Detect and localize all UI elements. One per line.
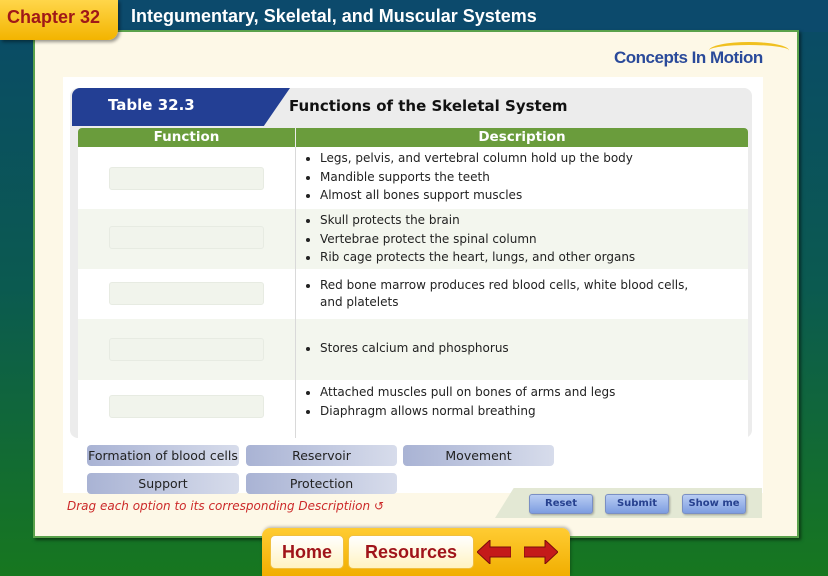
description-item: Stores calcium and phosphorus bbox=[320, 339, 748, 358]
description-item: Rib cage protects the heart, lungs, and … bbox=[320, 248, 748, 267]
show-me-button[interactable]: Show me bbox=[682, 494, 746, 514]
option-movement[interactable]: Movement bbox=[403, 445, 554, 466]
table-number: Table 32.3 bbox=[108, 96, 195, 114]
description-item: Attached muscles pull on bones of arms a… bbox=[320, 383, 748, 402]
function-drop-zone-1[interactable] bbox=[109, 167, 264, 190]
table-row: Attached muscles pull on bones of arms a… bbox=[78, 380, 748, 438]
column-header-function: Function bbox=[78, 128, 295, 147]
chapter-tab: Chapter 32 bbox=[0, 0, 118, 40]
chapter-label: Chapter 32 bbox=[7, 7, 101, 27]
description-item: Mandible supports the teeth bbox=[320, 168, 748, 187]
refresh-arrow-icon: ↺ bbox=[373, 499, 385, 513]
reset-button[interactable]: Reset bbox=[529, 494, 593, 514]
table-row: Legs, pelvis, and vertebral column hold … bbox=[78, 147, 748, 209]
instruction-text: Drag each option to its corresponding De… bbox=[67, 499, 385, 513]
description-item: Vertebrae protect the spinal column bbox=[320, 230, 748, 249]
column-header-description: Description bbox=[296, 128, 748, 147]
table-body: Legs, pelvis, and vertebral column hold … bbox=[78, 147, 748, 438]
table-title: Functions of the Skeletal System bbox=[289, 97, 568, 115]
description-item: Diaphragm allows normal breathing bbox=[320, 402, 748, 421]
submit-button[interactable]: Submit bbox=[605, 494, 669, 514]
concepts-in-motion-logo: Concepts In Motion bbox=[614, 42, 789, 74]
forward-arrow-icon[interactable] bbox=[524, 540, 558, 564]
description-item: Legs, pelvis, and vertebral column hold … bbox=[320, 149, 748, 168]
function-drop-zone-5[interactable] bbox=[109, 395, 264, 418]
table-row: Stores calcium and phosphorus bbox=[78, 319, 748, 380]
table-row: Red bone marrow produces red blood cells… bbox=[78, 269, 748, 319]
description-item: Skull protects the brain bbox=[320, 211, 748, 230]
option-support[interactable]: Support bbox=[87, 473, 239, 494]
description-item: Red bone marrow produces red blood cells… bbox=[320, 277, 708, 311]
option-reservoir[interactable]: Reservoir bbox=[246, 445, 397, 466]
back-arrow-icon[interactable] bbox=[477, 540, 511, 564]
function-drop-zone-2[interactable] bbox=[109, 226, 264, 249]
lesson-title: Integumentary, Skeletal, and Muscular Sy… bbox=[131, 6, 537, 26]
description-item: Almost all bones support muscles bbox=[320, 186, 748, 205]
home-button[interactable]: Home bbox=[270, 535, 344, 569]
function-drop-zone-3[interactable] bbox=[109, 282, 264, 305]
resources-button[interactable]: Resources bbox=[348, 535, 474, 569]
table-row: Skull protects the brain Vertebrae prote… bbox=[78, 209, 748, 269]
option-formation-of-blood-cells[interactable]: Formation of blood cells bbox=[87, 445, 239, 466]
function-drop-zone-4[interactable] bbox=[109, 338, 264, 361]
option-protection[interactable]: Protection bbox=[246, 473, 397, 494]
logo-text: Concepts In Motion bbox=[614, 48, 763, 67]
